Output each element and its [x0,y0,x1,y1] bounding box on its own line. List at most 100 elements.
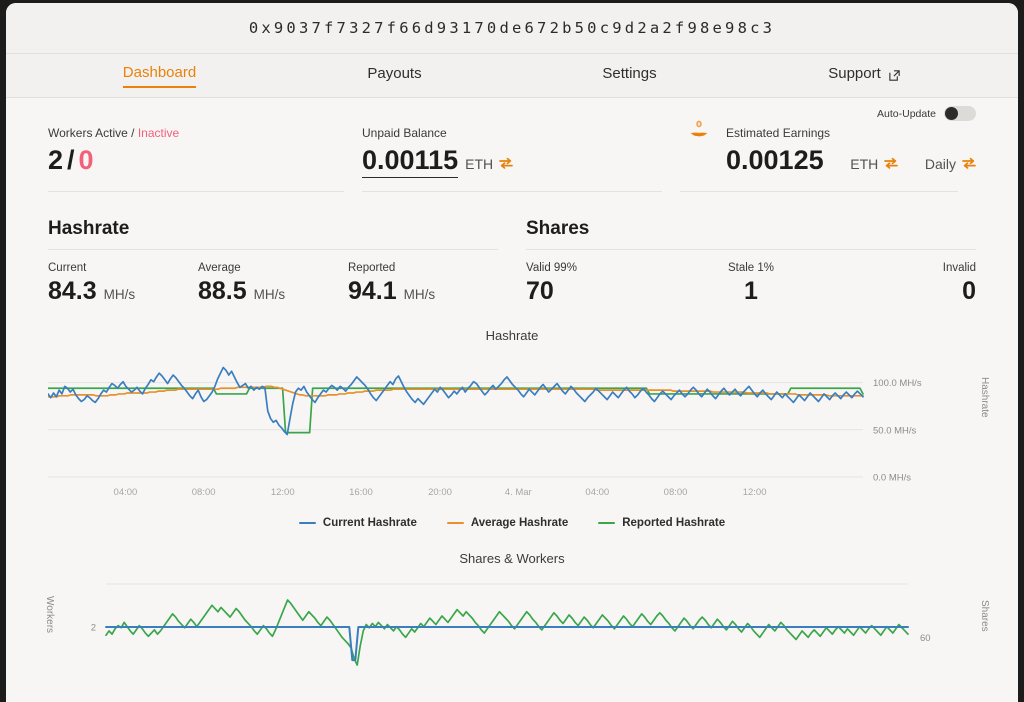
metric-unit: MH/s [253,287,286,302]
divider [680,191,958,192]
tab-support[interactable]: Support [747,54,982,97]
metric-average-hashrate: Average 88.5 MH/s [198,262,348,306]
summary-sections: Hashrate Current 84.3 MH/s Average 88.5 … [48,192,976,306]
metric-stale-shares: Stale 1% 1 [676,262,826,306]
wallet-address-bar: 0x9037f7327f66d93170de672b50c9d2a2f98e98… [6,3,1018,53]
metric-value: 84.3 [48,277,97,305]
workers-label-prefix: Workers Active / [48,126,138,140]
metric-value-row: 88.5 MH/s [198,277,348,306]
workers-label: Workers Active / Inactive [48,126,362,140]
metric-value-row: 0 [826,277,976,306]
svg-text:100.0 MH/s: 100.0 MH/s [873,378,922,389]
external-link-icon [888,69,901,82]
estimated-earnings-label: Estimated Earnings [726,126,831,140]
legend-swatch [298,521,316,525]
tab-dashboard[interactable]: Dashboard [42,54,277,97]
metric-label: Valid 99% [526,262,577,274]
hashrate-chart-title: Hashrate [485,328,539,343]
legend-swatch [446,521,464,525]
earnings-period-control[interactable]: Daily [918,145,976,176]
unpaid-balance-unit: ETH [465,156,494,172]
legend-item-average-hashrate[interactable]: Average Hashrate [446,517,568,529]
metric-reported-hashrate: Reported 94.1 MH/s [348,262,498,306]
svg-text:04:00: 04:00 [585,487,609,498]
metric-value-row: 94.1 MH/s [348,277,498,306]
hashrate-chart-block: Hashrate 0.0 MH/s 50.0 MH/s 100.0 MH/s 04:0… [48,328,990,529]
legend-item-reported-hashrate[interactable]: Reported Hashrate [598,517,725,529]
unpaid-balance-label: Unpaid Balance [362,126,447,140]
tab-payouts[interactable]: Payouts [277,54,512,97]
period-swap-icon[interactable] [962,145,976,176]
shares-metrics: Valid 99% 70 Stale 1% 1 Invalid 0 [526,262,976,306]
earnings-coin-hand-icon [688,118,710,140]
unpaid-balance-value-row: 0.00115 ETH [362,145,680,178]
metric-value-row: 1 [676,277,826,306]
svg-text:04:00: 04:00 [114,487,138,498]
hashrate-section: Hashrate Current 84.3 MH/s Average 88.5 … [48,218,498,306]
workers-value: 2 / 0 [48,145,362,176]
metric-unit: MH/s [103,287,136,302]
svg-text:12:00: 12:00 [743,487,767,498]
shares-section-title: Shares [526,218,590,250]
shares-workers-chart-block: Shares & Workers 2 60 Workers Shares [44,551,990,686]
svg-text:08:00: 08:00 [192,487,216,498]
shares-y-axis-title: Shares [979,600,990,632]
metric-valid-shares: Valid 99% 70 [526,262,676,306]
stat-unpaid-balance: Unpaid Balance 0.00115 ETH [362,126,680,192]
workers-inactive-count: 0 [78,145,94,175]
legend-label: Current Hashrate [322,517,417,529]
stat-estimated-earnings: Estimated Earnings 0.00125 ETH Daily [680,120,976,192]
hashrate-y-axis-title: Hashrate [979,377,990,418]
metric-label: Reported [348,262,396,274]
workers-label-inactive: Inactive [137,126,180,140]
svg-text:12:00: 12:00 [271,487,295,498]
workers-active-count: 2 [48,145,64,175]
svg-text:60: 60 [920,633,931,644]
currency-swap-icon-earnings[interactable] [884,145,899,176]
toggle-knob [945,107,958,120]
svg-text:0.0 MH/s: 0.0 MH/s [873,473,911,484]
tab-settings[interactable]: Settings [512,54,747,97]
auto-update-control[interactable]: Auto-Update [877,106,976,121]
tab-dashboard-label: Dashboard [122,64,197,88]
shares-workers-chart-svg: 2 60 [91,583,931,666]
metric-value: 70 [526,277,554,305]
hashrate-section-title: Hashrate [48,218,130,250]
shares-workers-chart-title: Shares & Workers [459,551,565,566]
metric-value-row: 84.3 MH/s [48,277,198,306]
hashrate-chart-area[interactable]: 0.0 MH/s 50.0 MH/s 100.0 MH/s 04:00 08:00 12:… [48,351,990,511]
shares-section: Shares Valid 99% 70 Stale 1% 1 Invalid 0 [526,218,976,306]
svg-text:20:00: 20:00 [428,487,452,498]
tab-settings-label: Settings [602,64,657,82]
metric-label: Average [198,262,241,274]
dashboard-body: Auto-Update Workers Active / Inactive 2 … [6,98,1018,686]
unpaid-balance-value: 0.00115 [362,145,459,178]
metric-invalid-shares: Invalid 0 [826,262,976,306]
currency-swap-icon-unpaid[interactable] [499,145,513,176]
metric-label: Stale 1% [727,262,775,274]
wallet-address[interactable]: 0x9037f7327f66d93170de672b50c9d2a2f98e98… [249,19,775,37]
shares-workers-chart-area[interactable]: 2 60 Workers Shares [44,574,990,686]
estimated-earnings-currency: ETH [850,156,879,172]
svg-text:4. Mar: 4. Mar [505,487,532,498]
hashrate-chart-legend: Current Hashrate Average Hashrate Report… [48,517,976,529]
svg-text:50.0 MH/s: 50.0 MH/s [873,425,917,436]
divider [526,249,976,250]
legend-item-current-hashrate[interactable]: Current Hashrate [298,517,417,529]
legend-label: Reported Hashrate [622,517,726,529]
svg-text:2: 2 [91,623,96,634]
hashrate-metrics: Current 84.3 MH/s Average 88.5 MH/s Repo… [48,262,498,306]
workers-y-axis-title: Workers [44,596,55,634]
svg-text:16:00: 16:00 [349,487,373,498]
stat-workers-active: Workers Active / Inactive 2 / 0 [48,126,362,192]
metric-label: Invalid [942,262,976,274]
metric-value: 94.1 [348,277,397,305]
auto-update-label: Auto-Update [877,107,936,120]
estimated-earnings-value-row: 0.00125 ETH Daily [726,145,976,176]
metric-value: 88.5 [198,277,247,305]
earnings-currency-control[interactable]: ETH [843,145,899,176]
auto-update-toggle[interactable] [944,106,976,121]
workers-separator: / [67,145,75,175]
main-nav: Dashboard Payouts Settings Support [6,53,1018,98]
metric-value-row: 70 [526,277,676,306]
